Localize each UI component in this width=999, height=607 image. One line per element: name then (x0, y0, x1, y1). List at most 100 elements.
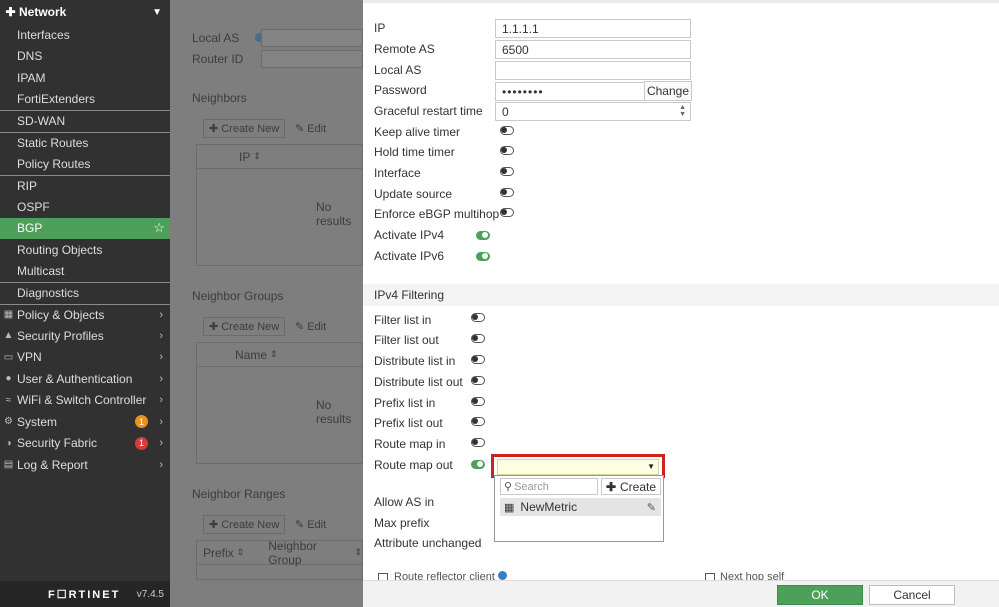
plus-icon: ✚ (209, 519, 219, 531)
activate-ipv6-toggle[interactable] (476, 252, 490, 261)
sidebar-item-system[interactable]: ⚙ System 1 › (0, 411, 170, 433)
sidebar-item-log-report[interactable]: ▤ Log & Report › (0, 454, 170, 476)
pencil-icon[interactable]: ✎ (647, 501, 656, 514)
dropdown-search-input[interactable]: ⚲ Search (500, 478, 598, 495)
route-map-in-toggle[interactable] (471, 438, 485, 447)
sidebar-item-policy-objects[interactable]: ▦ Policy & Objects › (0, 303, 170, 326)
edit-neighbor-panel: IP 1.1.1.1 Remote AS 6500 Local AS Passw… (363, 0, 999, 607)
ranges-table: Prefix ⇕ Neighbor Group ⇕ (196, 539, 363, 580)
filter-in-toggle[interactable] (471, 313, 485, 322)
remote-as-input[interactable]: 6500 (495, 40, 691, 59)
sidebar-item-dns[interactable]: DNS (0, 46, 170, 68)
sidebar-footer: F☐RTINET v7.4.5 (0, 581, 170, 607)
filter-out-label: Filter list out (374, 333, 439, 347)
sidebar-item-security-profiles[interactable]: ▲ Security Profiles › (0, 325, 170, 347)
info-icon (497, 571, 507, 580)
table-header: Prefix ⇕ Neighbor Group ⇕ (197, 539, 362, 567)
interface-toggle[interactable] (500, 167, 514, 176)
table-header: IP ⇕ (197, 145, 362, 169)
dropdown-create-button[interactable]: ✚ Create (601, 478, 661, 495)
ip-input[interactable]: 1.1.1.1 (495, 19, 691, 38)
sidebar-item-bgp[interactable]: BGP ☆ (0, 217, 170, 239)
hold-timer-label: Hold time timer (374, 145, 455, 159)
route-map-out-select[interactable]: ▼ (497, 459, 659, 475)
filter-out-toggle[interactable] (471, 334, 485, 343)
filter-in-label: Filter list in (374, 313, 432, 327)
chevron-right-icon: › (159, 458, 163, 471)
sidebar-item-label: User & Authentication (17, 371, 133, 386)
sidebar-item-rip[interactable]: RIP (0, 174, 170, 197)
sidebar-item-routing-objects[interactable]: Routing Objects (0, 239, 170, 261)
sidebar-item-wifi-switch[interactable]: ≈ WiFi & Switch Controller › (0, 390, 170, 412)
prefix-in-label: Prefix list in (374, 396, 436, 410)
no-results: No results (316, 398, 352, 426)
notification-badge: 1 (135, 436, 148, 450)
sidebar-item-diagnostics[interactable]: Diagnostics (0, 282, 170, 304)
local-as-input[interactable] (495, 61, 691, 80)
sidebar-item-vpn[interactable]: ▭ VPN › (0, 347, 170, 369)
user-icon: ● (5, 373, 12, 385)
sidebar-item-ipam[interactable]: IPAM (0, 67, 170, 89)
route-map-out-label: Route map out (374, 458, 453, 472)
sidebar-item-user-auth[interactable]: ● User & Authentication › (0, 368, 170, 390)
route-map-out-toggle[interactable] (471, 460, 485, 469)
sidebar-item-label: System (17, 414, 58, 429)
sidebar-item-interfaces[interactable]: Interfaces (0, 24, 170, 46)
sidebar-item-ospf[interactable]: OSPF (0, 196, 170, 218)
ip-label: IP (374, 21, 386, 35)
neighbor-ranges-title: Neighbor Ranges (192, 487, 286, 501)
local-as-label: Local AS (374, 63, 422, 77)
neighbors-create-button: ✚ Create New (203, 119, 286, 138)
ok-button[interactable]: OK (777, 585, 863, 605)
neighbor-groups-title: Neighbor Groups (192, 289, 284, 303)
groups-create-button: ✚ Create New (203, 317, 286, 336)
route-map-in-label: Route map in (374, 437, 446, 451)
hold-timer-toggle[interactable] (500, 146, 514, 155)
update-source-toggle[interactable] (500, 188, 514, 197)
sidebar-item-security-fabric[interactable]: ◑ Security Fabric 1 › (0, 433, 170, 455)
fabric-icon: ◑ (5, 437, 12, 449)
chevron-right-icon: › (159, 308, 163, 321)
graceful-restart-input[interactable]: 0 ▲ ▼ (495, 102, 691, 121)
sidebar: ✚ Network ▼ Interfaces DNS IPAM FortiExt… (0, 0, 170, 607)
cancel-button[interactable]: Cancel (869, 585, 955, 605)
chevron-right-icon: › (159, 437, 163, 450)
sidebar-item-policy-routes[interactable]: Policy Routes (0, 153, 170, 175)
fortinet-logo: F☐RTINET (48, 588, 121, 601)
panel-footer: OK Cancel (363, 580, 999, 607)
star-icon[interactable]: ☆ (153, 220, 165, 236)
panel-top-bar (363, 0, 999, 3)
create-label: Create (620, 479, 657, 494)
no-results: No results (316, 200, 352, 228)
wifi-icon: ≈ (5, 394, 12, 406)
sidebar-item-sd-wan[interactable]: SD-WAN (0, 110, 170, 132)
chevron-right-icon: › (159, 394, 163, 407)
sidebar-item-static-routes[interactable]: Static Routes (0, 131, 170, 154)
map-icon: ▦ (504, 501, 515, 514)
update-source-label: Update source (374, 187, 453, 201)
graceful-restart-label: Graceful restart time (374, 104, 483, 118)
dropdown-option-newmetric[interactable]: ▦ NewMetric ✎ (500, 498, 661, 516)
change-password-button[interactable]: Change (644, 81, 692, 101)
router-id-label: Router ID (192, 52, 244, 66)
shield-icon: ▲ (3, 330, 14, 342)
neighbors-title: Neighbors (192, 91, 247, 105)
activate-ipv4-label: Activate IPv4 (374, 228, 445, 242)
ebgp-multihop-label: Enforce eBGP multihop (374, 207, 500, 221)
activate-ipv4-toggle[interactable] (476, 231, 490, 240)
distribute-in-toggle[interactable] (471, 355, 485, 364)
password-input[interactable]: •••••••• (495, 82, 645, 101)
keepalive-toggle[interactable] (500, 126, 514, 135)
prefix-out-toggle[interactable] (471, 417, 485, 426)
spinner-icon[interactable]: ▲ ▼ (679, 104, 686, 118)
ebgp-multihop-toggle[interactable] (500, 208, 514, 217)
local-as-label: Local AS (192, 31, 264, 45)
sidebar-item-fortiextenders[interactable]: FortiExtenders (0, 89, 170, 111)
prefix-in-toggle[interactable] (471, 397, 485, 406)
nav-network[interactable]: ✚ Network ▼ (0, 0, 170, 24)
sidebar-item-multicast[interactable]: Multicast (0, 261, 170, 283)
graceful-restart-value: 0 (502, 104, 509, 119)
distribute-out-toggle[interactable] (471, 376, 485, 385)
interface-label: Interface (374, 166, 421, 180)
chart-icon: ▤ (3, 459, 14, 471)
